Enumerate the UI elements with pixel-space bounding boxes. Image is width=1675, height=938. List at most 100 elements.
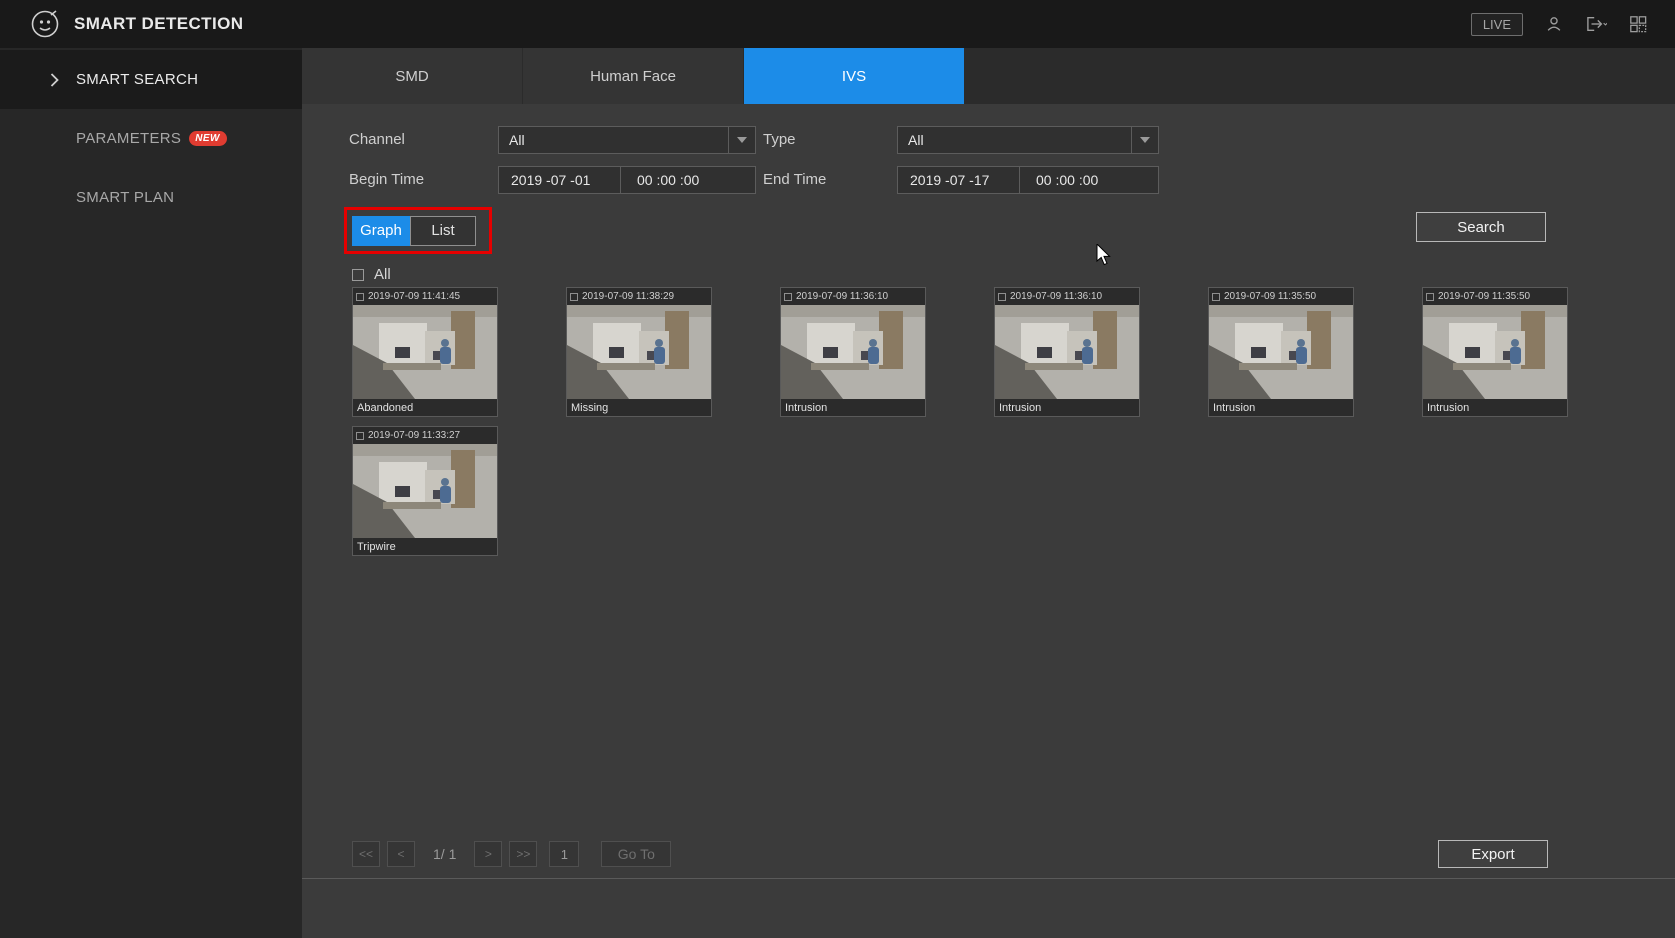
new-badge: NEW [189, 131, 227, 146]
card-checkbox[interactable] [570, 293, 578, 301]
sidebar-item-smart-plan[interactable]: SMART PLAN [0, 168, 302, 227]
tab-smd[interactable]: SMD [302, 48, 523, 104]
card-thumbnail[interactable] [1209, 305, 1353, 399]
card-checkbox[interactable] [356, 293, 364, 301]
app-logo-icon [30, 9, 60, 39]
first-page-button[interactable]: << [352, 841, 380, 867]
result-card[interactable]: 2019-07-09 11:35:50 Intrusion [1208, 287, 1354, 417]
channel-select[interactable]: All [498, 126, 756, 154]
begin-time-label: Begin Time [349, 166, 424, 194]
select-all-label: All [374, 266, 391, 283]
select-all-checkbox[interactable] [352, 269, 364, 281]
end-time-label: End Time [763, 166, 826, 194]
card-timestamp: 2019-07-09 11:35:50 [1224, 291, 1316, 302]
card-thumbnail[interactable] [353, 305, 497, 399]
next-page-button[interactable]: > [474, 841, 502, 867]
prev-page-button[interactable]: < [387, 841, 415, 867]
page-indicator: 1/ 1 [433, 846, 456, 862]
end-datetime-field[interactable]: 2019 -07 -17 00 :00 :00 [897, 166, 1159, 194]
tab-bar: SMD Human Face IVS [302, 48, 1675, 104]
begin-time-value[interactable]: 00 :00 :00 [621, 167, 755, 193]
end-date-value[interactable]: 2019 -07 -17 [898, 167, 1020, 193]
card-timestamp: 2019-07-09 11:41:45 [368, 291, 460, 302]
card-timestamp: 2019-07-09 11:35:50 [1438, 291, 1530, 302]
sidebar-item-label: SMART SEARCH [76, 71, 198, 88]
card-event-type: Intrusion [1209, 399, 1353, 416]
chevron-down-icon [728, 127, 755, 153]
begin-date-value[interactable]: 2019 -07 -01 [499, 167, 621, 193]
card-thumbnail[interactable] [995, 305, 1139, 399]
bottom-divider [302, 878, 1675, 879]
result-card[interactable]: 2019-07-09 11:41:45 Abandoned [352, 287, 498, 417]
card-header: 2019-07-09 11:35:50 [1209, 288, 1353, 305]
cctv-scene-image [567, 305, 711, 399]
card-thumbnail[interactable] [353, 444, 497, 538]
card-timestamp: 2019-07-09 11:38:29 [582, 291, 674, 302]
cctv-scene-image [781, 305, 925, 399]
card-header: 2019-07-09 11:36:10 [781, 288, 925, 305]
main-panel: SMD Human Face IVS Channel All Type All [302, 48, 1675, 938]
list-view-button[interactable]: List [410, 216, 476, 246]
card-event-type: Intrusion [995, 399, 1139, 416]
chevron-down-icon [1131, 127, 1158, 153]
card-checkbox[interactable] [1426, 293, 1434, 301]
export-button[interactable]: Export [1438, 840, 1548, 868]
result-card[interactable]: 2019-07-09 11:36:10 Intrusion [994, 287, 1140, 417]
select-all-row: All [352, 266, 391, 283]
card-event-type: Tripwire [353, 538, 497, 555]
pagination: << < 1/ 1 > >> Go To [352, 841, 671, 867]
card-thumbnail[interactable] [1423, 305, 1567, 399]
sidebar-item-smart-search[interactable]: SMART SEARCH [0, 50, 302, 109]
result-card[interactable]: 2019-07-09 11:38:29 Missing [566, 287, 712, 417]
live-badge[interactable]: LIVE [1471, 13, 1523, 36]
begin-datetime-field[interactable]: 2019 -07 -01 00 :00 :00 [498, 166, 756, 194]
card-event-type: Intrusion [1423, 399, 1567, 416]
sidebar-item-label: SMART PLAN [76, 189, 174, 206]
goto-page-button[interactable]: Go To [601, 841, 671, 867]
mouse-cursor [1096, 244, 1112, 266]
sidebar: SMART SEARCH PARAMETERS NEW SMART PLAN [0, 48, 302, 938]
card-header: 2019-07-09 11:38:29 [567, 288, 711, 305]
sidebar-item-parameters[interactable]: PARAMETERS NEW [0, 109, 302, 168]
card-header: 2019-07-09 11:36:10 [995, 288, 1139, 305]
page-number-input[interactable] [549, 841, 579, 867]
results-grid: 2019-07-09 11:41:45 Abandoned 2019-07-09… [352, 287, 1662, 556]
cctv-scene-image [1423, 305, 1567, 399]
card-checkbox[interactable] [356, 432, 364, 440]
layout-grid-icon[interactable] [1627, 14, 1649, 34]
card-event-type: Missing [567, 399, 711, 416]
cctv-scene-image [353, 305, 497, 399]
channel-selected-value: All [499, 127, 728, 153]
cctv-scene-image [353, 444, 497, 538]
graph-view-button[interactable]: Graph [352, 216, 410, 246]
card-thumbnail[interactable] [781, 305, 925, 399]
card-event-type: Intrusion [781, 399, 925, 416]
exit-icon[interactable] [1585, 14, 1607, 34]
filter-row-1: Channel All Type All [302, 126, 1675, 154]
card-timestamp: 2019-07-09 11:36:10 [796, 291, 888, 302]
tab-human-face[interactable]: Human Face [523, 48, 744, 104]
card-checkbox[interactable] [998, 293, 1006, 301]
card-checkbox[interactable] [784, 293, 792, 301]
search-button[interactable]: Search [1416, 212, 1546, 242]
result-card[interactable]: 2019-07-09 11:36:10 Intrusion [780, 287, 926, 417]
result-card[interactable]: 2019-07-09 11:33:27 Tripwire [352, 426, 498, 556]
header-controls: LIVE [1471, 13, 1649, 36]
tab-ivs[interactable]: IVS [744, 48, 965, 104]
cctv-scene-image [1209, 305, 1353, 399]
card-thumbnail[interactable] [567, 305, 711, 399]
last-page-button[interactable]: >> [509, 841, 537, 867]
user-account-icon[interactable] [1543, 14, 1565, 34]
channel-label: Channel [349, 126, 405, 154]
cctv-scene-image [995, 305, 1139, 399]
card-header: 2019-07-09 11:33:27 [353, 427, 497, 444]
card-timestamp: 2019-07-09 11:33:27 [368, 430, 460, 441]
card-checkbox[interactable] [1212, 293, 1220, 301]
card-header: 2019-07-09 11:41:45 [353, 288, 497, 305]
sidebar-item-label: PARAMETERS [76, 130, 181, 147]
end-time-value[interactable]: 00 :00 :00 [1020, 167, 1158, 193]
card-timestamp: 2019-07-09 11:36:10 [1010, 291, 1102, 302]
type-select[interactable]: All [897, 126, 1159, 154]
result-card[interactable]: 2019-07-09 11:35:50 Intrusion [1422, 287, 1568, 417]
annotation-highlight-box: Graph List [344, 207, 492, 254]
